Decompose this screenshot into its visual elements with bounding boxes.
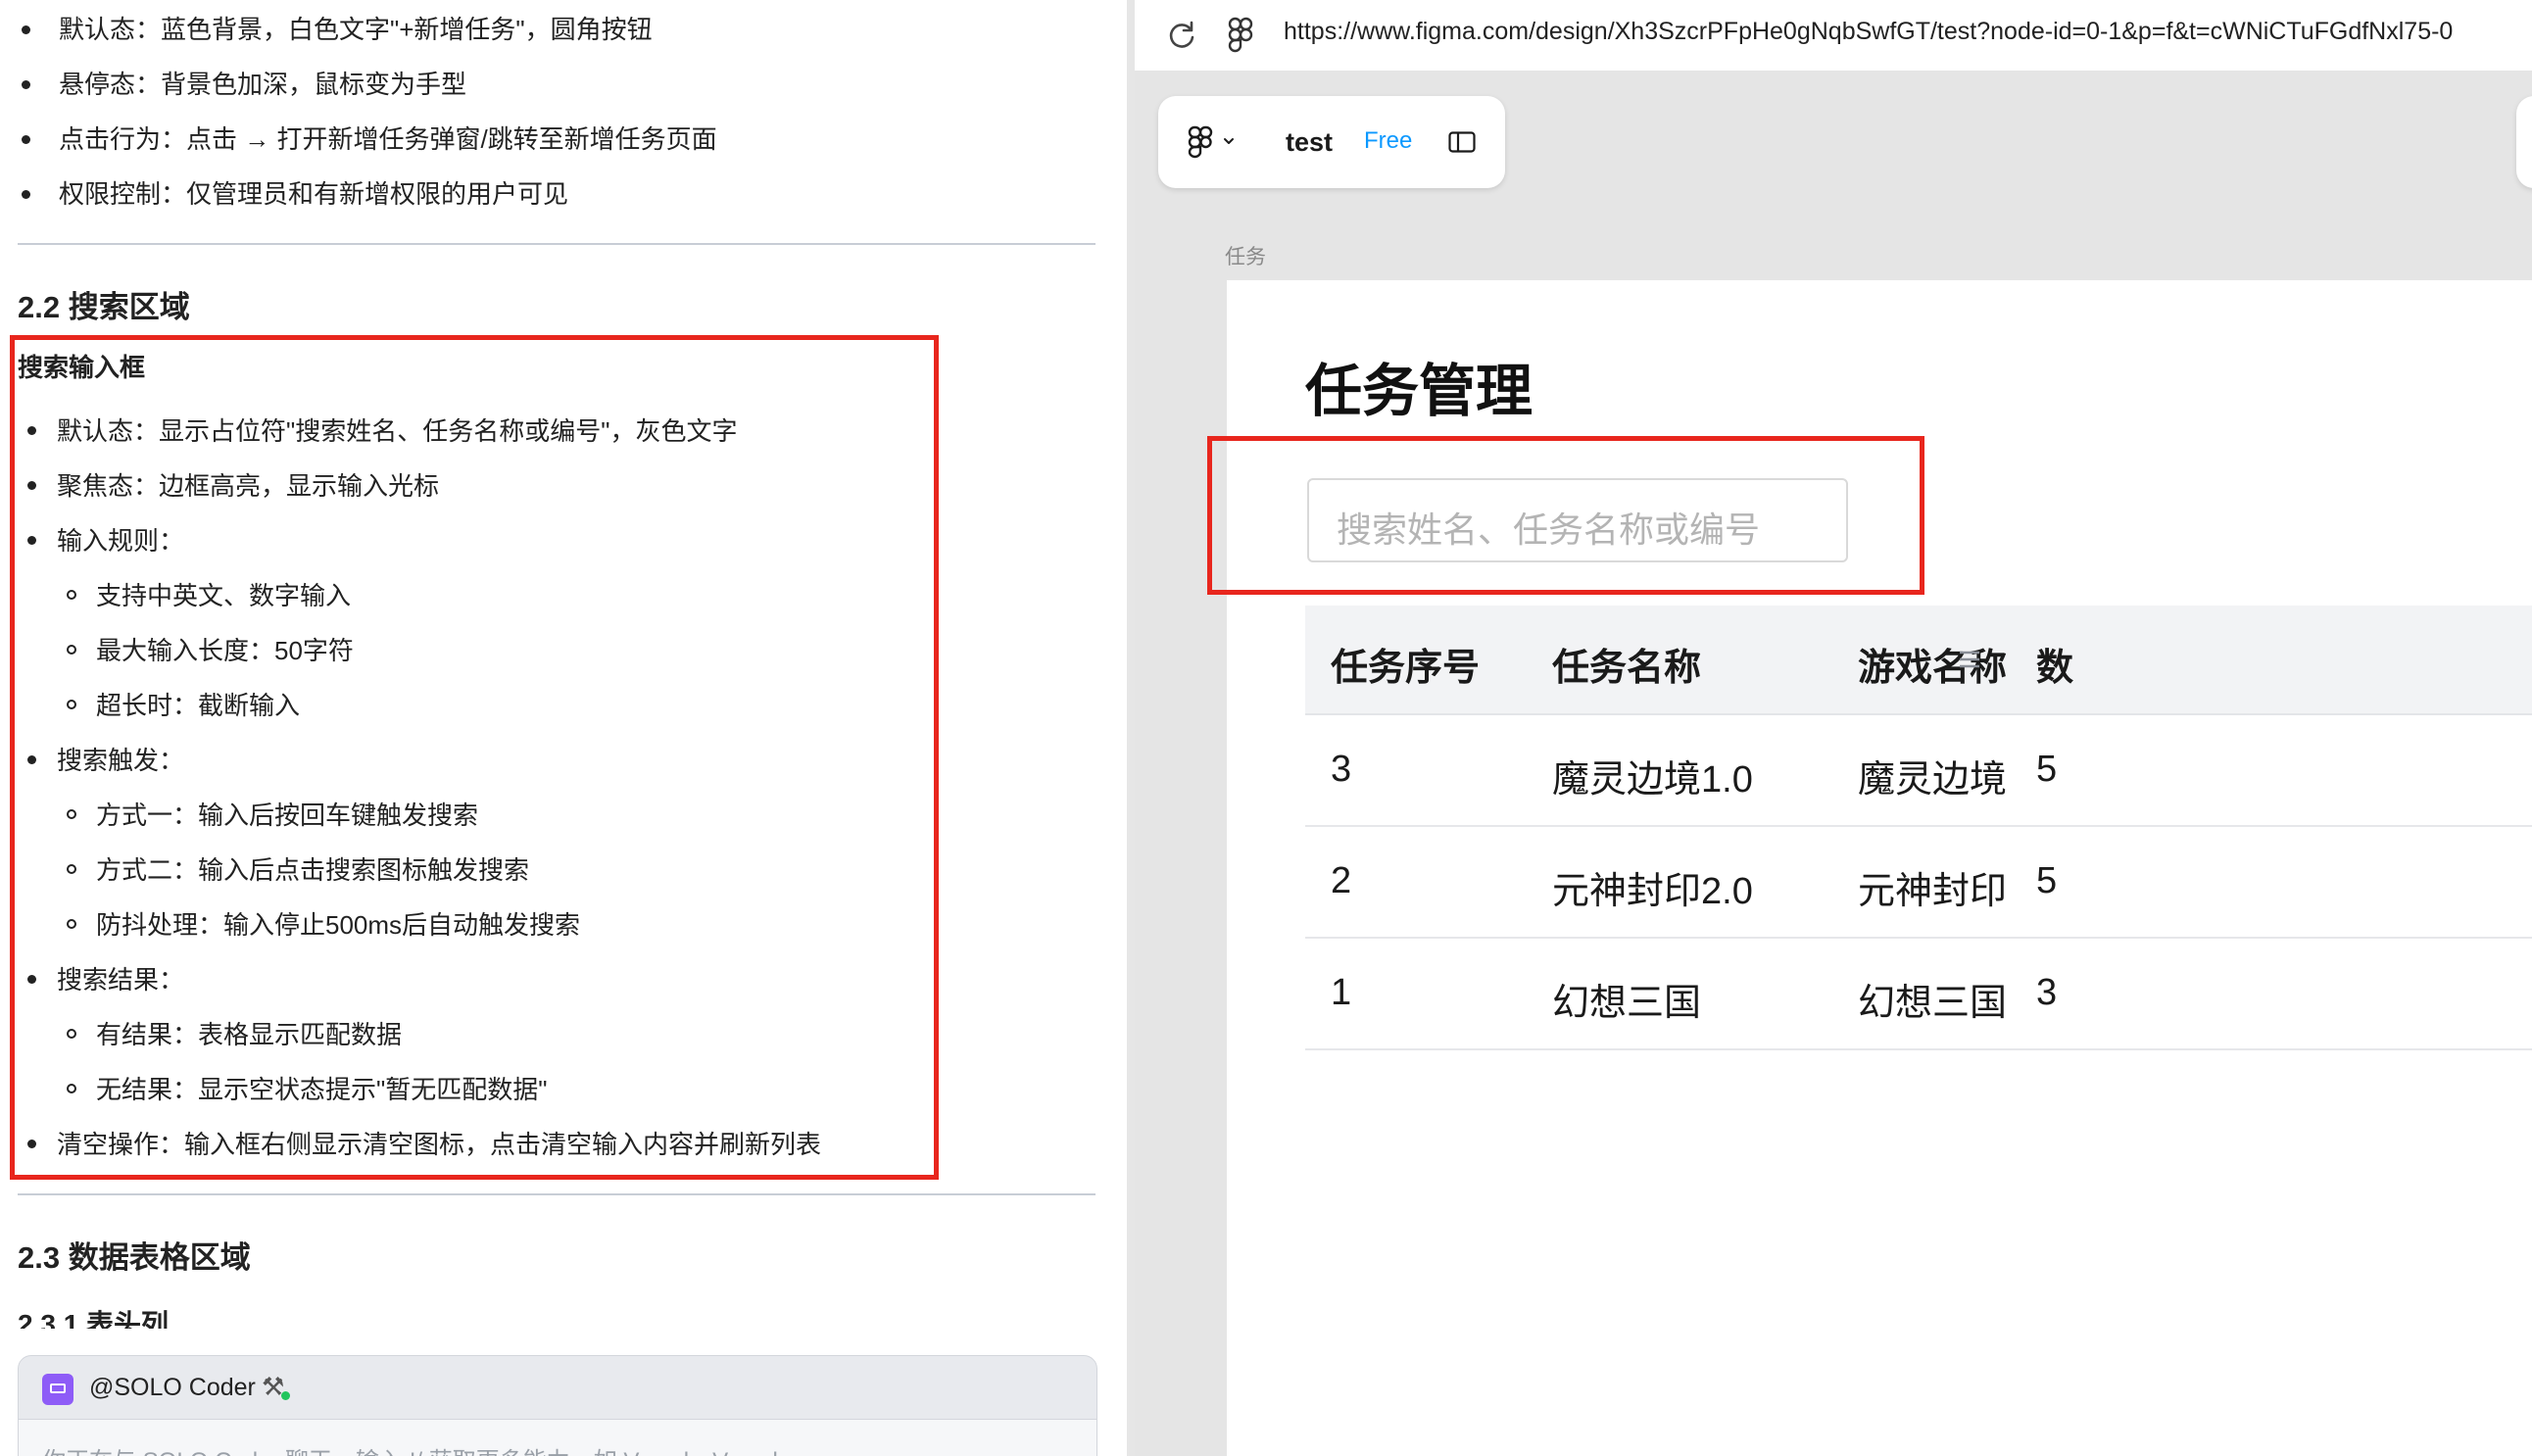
cell-task-id: 1: [1331, 972, 1352, 1013]
bullet-dot: [27, 975, 36, 984]
table-header: 任务序号 任务名称 游戏名称 数: [1305, 606, 2532, 715]
bullet-dot: [27, 755, 36, 764]
column-header-task-name[interactable]: 任务名称: [1552, 637, 1701, 691]
cell-task-id: 3: [1331, 749, 1352, 790]
figma-toolbar: test Free: [1158, 96, 1505, 188]
doc-text: 支持中英文、数字输入: [96, 581, 352, 610]
sub-bullet: [67, 809, 76, 819]
url-text[interactable]: https://www.figma.com/design/Xh3SzcrPFpH…: [1284, 18, 2453, 46]
sub-bullet: [67, 590, 76, 600]
document-panel: 默认态：蓝色背景，白色文字"+新增任务"，圆角按钮 悬停态：背景色加深，鼠标变为…: [0, 0, 1127, 1456]
bullet-dot: [27, 1140, 36, 1148]
doc-text: 搜索结果：: [57, 965, 185, 995]
sub-bullet: [67, 700, 76, 709]
cell-clipped: 5: [2036, 860, 2058, 901]
chat-input-placeholder: 你正在与 SOLO Coder 聊天，输入 !/ 获取更多能力，如 Vercel…: [42, 1441, 798, 1456]
bullet-dot: [27, 426, 36, 435]
toolbar-right-edge: [2516, 96, 2532, 188]
doc-text: 方式一：输入后按回车键触发搜索: [96, 801, 479, 830]
chat-input[interactable]: 你正在与 SOLO Coder 聊天，输入 !/ 获取更多能力，如 Vercel…: [19, 1419, 1096, 1456]
figma-menu-icon[interactable]: [1188, 125, 1213, 161]
browser-panel: https://www.figma.com/design/Xh3SzcrPFpH…: [1135, 0, 2532, 1456]
cell-clipped: 5: [2036, 749, 2058, 790]
cell-game-name: 元神封印: [1858, 871, 2008, 912]
doc-text: 点击行为：点击 → 打开新增任务弹窗/跳转至新增任务页面: [59, 124, 717, 154]
section-heading-clipped: 2.3.1 表头列: [18, 1309, 170, 1329]
sub-bullet: [67, 1029, 76, 1039]
doc-text: 输入规则：: [57, 526, 185, 556]
file-name[interactable]: test: [1286, 127, 1333, 158]
doc-text: 无结果：显示空状态提示"暂无匹配数据": [96, 1075, 548, 1104]
table-row[interactable]: 3 魔灵边境1.0 魔灵边境 5: [1305, 715, 2532, 827]
panel-divider[interactable]: [1127, 0, 1135, 1456]
bullet-dot: [22, 190, 30, 199]
doc-text: 默认态：蓝色背景，白色文字"+新增任务"，圆角按钮: [59, 15, 653, 44]
address-bar: https://www.figma.com/design/Xh3SzcrPFpH…: [1135, 0, 2532, 71]
filter-icon[interactable]: [1958, 649, 1981, 670]
cell-game-name: 魔灵边境: [1858, 759, 2008, 801]
doc-text: 有结果：表格显示匹配数据: [96, 1020, 403, 1049]
page-title: 任务管理: [1305, 360, 1534, 423]
bullet-dot: [22, 80, 30, 89]
chat-agent-name: @SOLO Coder: [89, 1374, 256, 1401]
column-header-clipped[interactable]: 数: [2036, 637, 2073, 691]
subsection-heading: 搜索输入框: [18, 353, 146, 382]
doc-text: 默认态：显示占位符"搜索姓名、任务名称或编号"，灰色文字: [57, 416, 738, 446]
doc-text: 悬停态：背景色加深，鼠标变为手型: [59, 70, 467, 99]
reload-icon[interactable]: [1164, 18, 1199, 53]
chevron-down-icon[interactable]: [1223, 135, 1235, 147]
doc-text: 最大输入长度：50字符: [96, 636, 354, 665]
bullet-dot: [22, 25, 30, 34]
section-heading: 2.2 搜索区域: [18, 290, 190, 324]
figma-favicon-icon: [1228, 17, 1253, 53]
doc-text: 防抖处理：输入停止500ms后自动触发搜索: [96, 910, 581, 940]
doc-text: 搜索触发：: [57, 746, 185, 775]
chat-composer[interactable]: @SOLO Coder ⚒ 你正在与 SOLO Coder 聊天，输入 !/ 获…: [18, 1355, 1097, 1456]
cell-clipped: 3: [2036, 972, 2058, 1013]
cell-task-name: 幻想三国: [1552, 983, 1702, 1024]
sidebar-toggle-icon[interactable]: [1448, 131, 1476, 153]
table-row[interactable]: 1 幻想三国 幻想三国 3: [1305, 939, 2532, 1050]
cell-task-id: 2: [1331, 860, 1352, 901]
highlight-box: [1207, 436, 1924, 595]
frame-label[interactable]: 任务: [1225, 241, 1266, 270]
plan-badge: Free: [1364, 127, 1413, 154]
bullet-dot: [27, 536, 36, 545]
sub-bullet: [67, 1084, 76, 1093]
doc-text: 聚焦态：边框高亮，显示输入光标: [57, 471, 440, 501]
bullet-dot: [22, 135, 30, 144]
divider: [18, 243, 1096, 245]
cell-task-name: 魔灵边境1.0: [1552, 759, 1753, 801]
table-row[interactable]: 2 元神封印2.0 元神封印 5: [1305, 827, 2532, 939]
status-dot: [281, 1391, 290, 1400]
column-header-game-name[interactable]: 游戏名称: [1858, 637, 2007, 691]
bot-icon: [42, 1374, 73, 1405]
cell-task-name: 元神封印2.0: [1552, 871, 1753, 912]
sub-bullet: [67, 645, 76, 655]
bullet-dot: [27, 481, 36, 490]
sub-bullet: [67, 864, 76, 874]
doc-text: 方式二：输入后点击搜索图标触发搜索: [96, 855, 530, 885]
sub-bullet: [67, 919, 76, 929]
divider: [18, 1193, 1096, 1195]
doc-text: 权限控制：仅管理员和有新增权限的用户可见: [59, 179, 569, 209]
column-header-task-id[interactable]: 任务序号: [1331, 637, 1480, 691]
doc-text: 超长时：截断输入: [96, 691, 301, 720]
section-heading: 2.3 数据表格区域: [18, 1240, 251, 1275]
doc-text: 清空操作：输入框右侧显示清空图标，点击清空输入内容并刷新列表: [57, 1130, 822, 1159]
cell-game-name: 幻想三国: [1858, 983, 2008, 1024]
